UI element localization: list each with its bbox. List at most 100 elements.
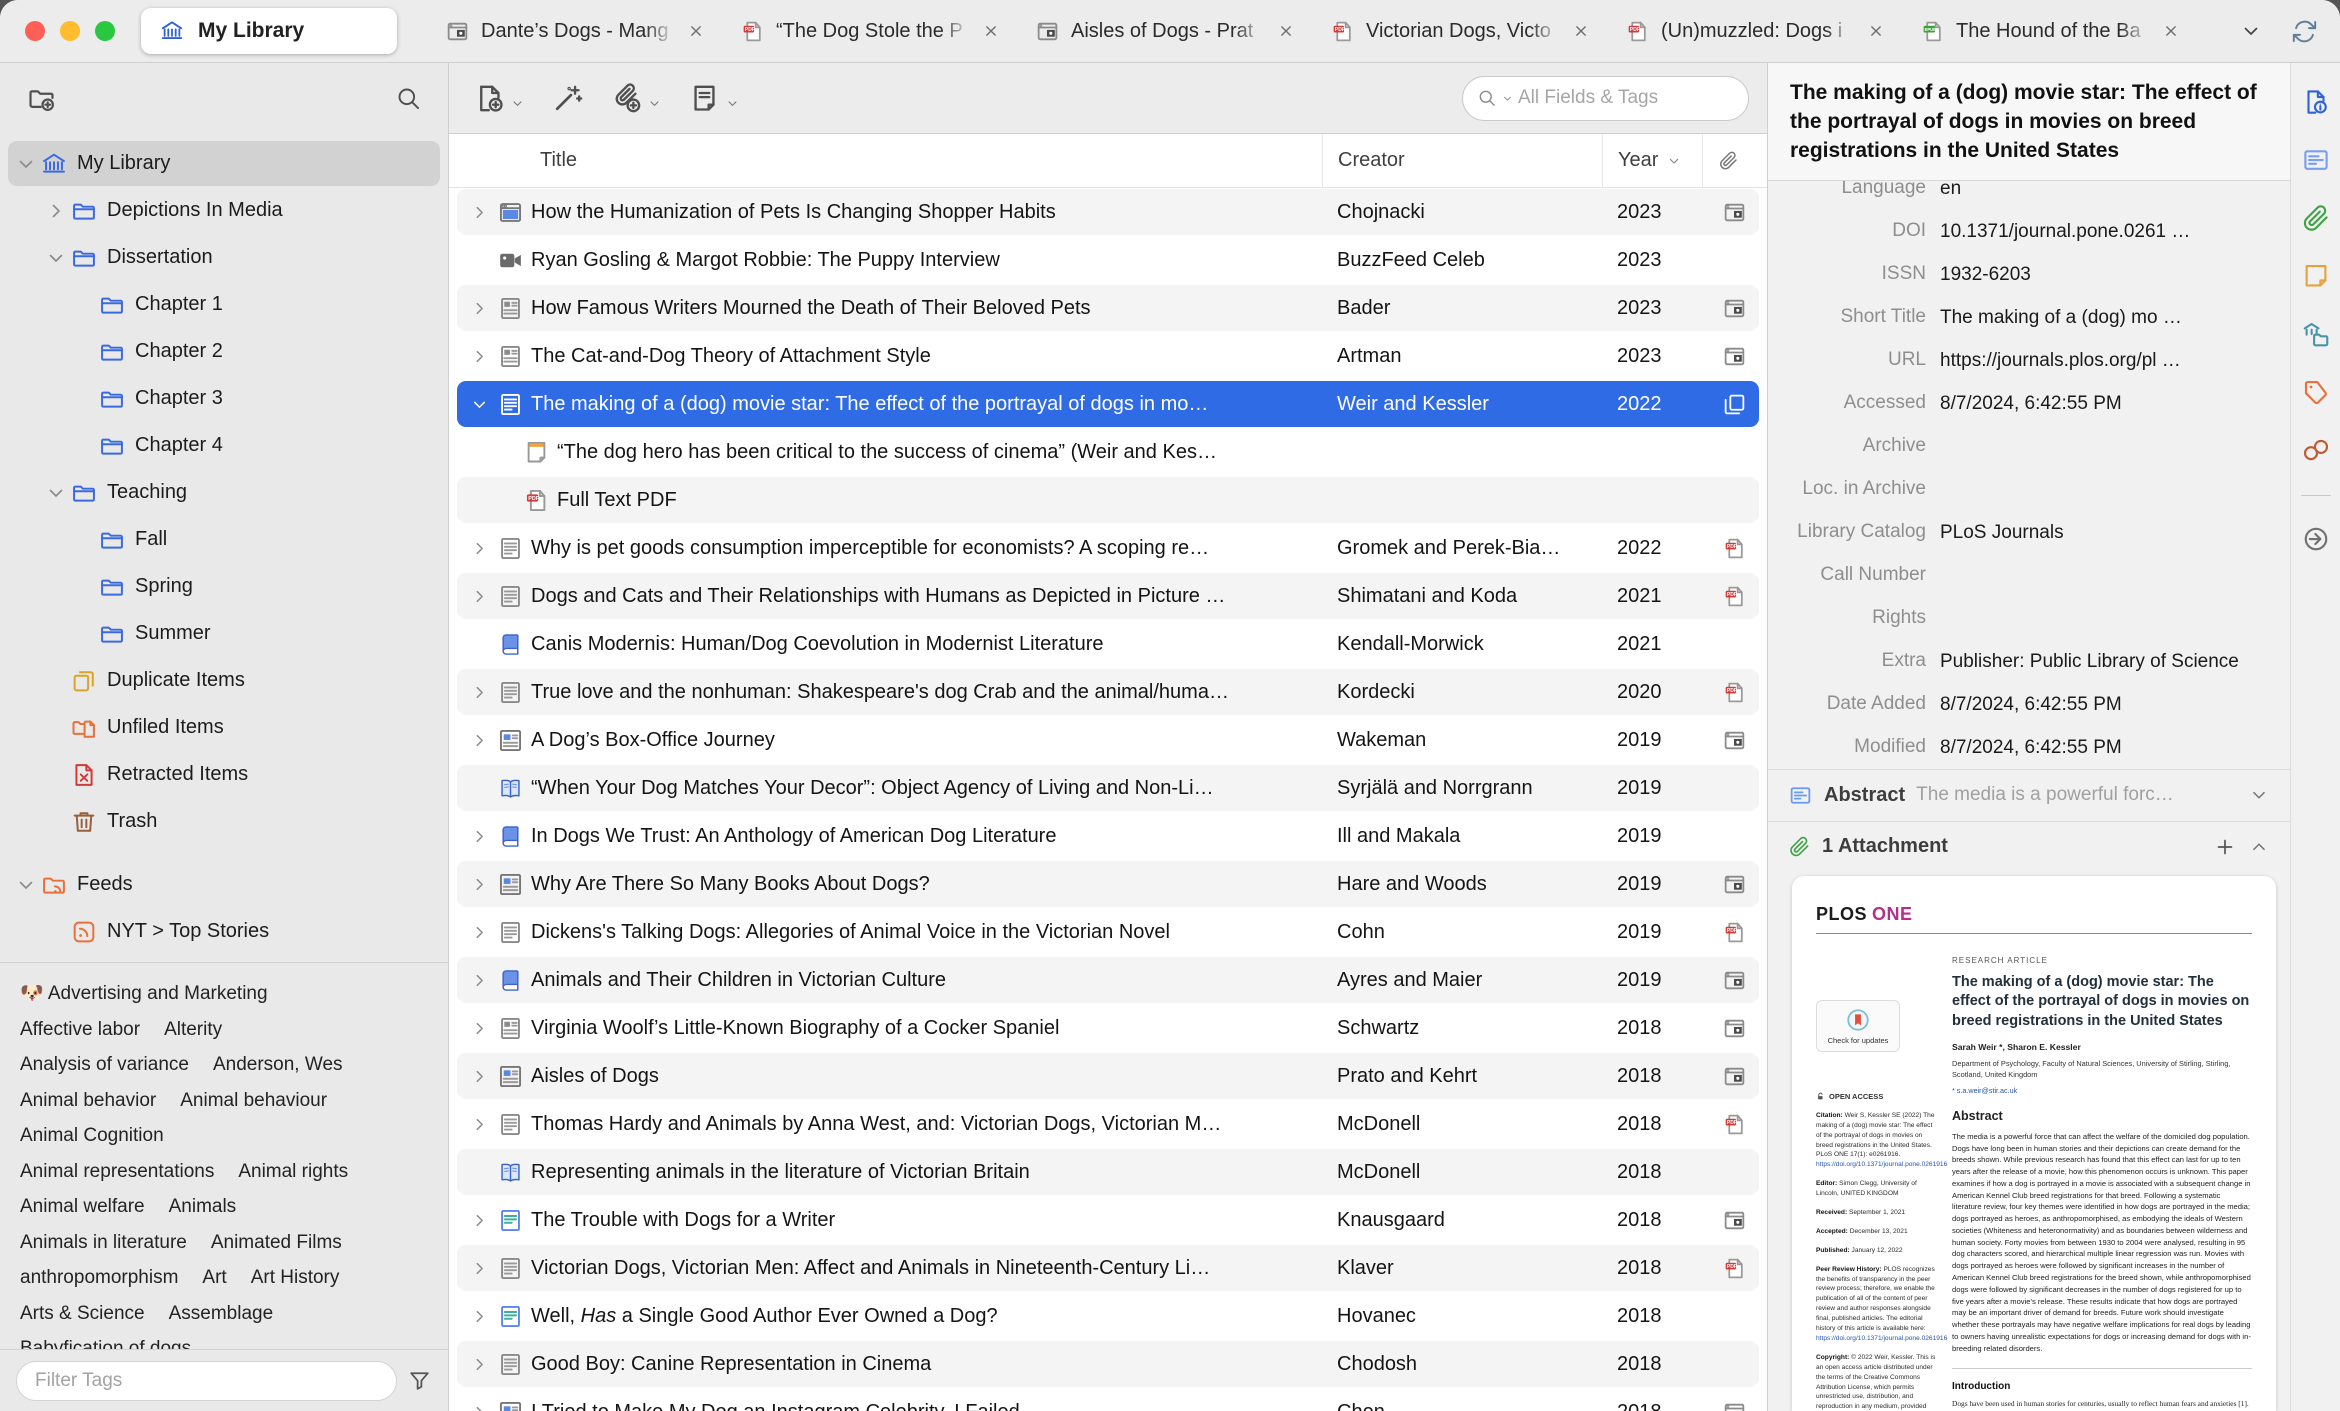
attachments-section-header[interactable]: 1 Attachment: [1768, 820, 2290, 872]
tag[interactable]: Animal welfare: [20, 1196, 145, 1217]
tag[interactable]: Animals: [169, 1196, 237, 1217]
item-row[interactable]: Virginia Woolf’s Little-Known Biography …: [449, 1004, 1767, 1052]
add-attachment-button[interactable]: [2213, 835, 2237, 859]
tab-my-library[interactable]: My Library: [141, 8, 397, 54]
sidebar-item-fall[interactable]: Fall: [0, 516, 448, 563]
item-row[interactable]: Victorian Dogs, Victorian Men: Affect an…: [449, 1244, 1767, 1292]
tabs-overflow-button[interactable]: [2239, 19, 2263, 43]
field-row-rights[interactable]: Rights: [1768, 597, 2290, 640]
item-row[interactable]: A Dog’s Box-Office Journey Wakeman 2019: [449, 716, 1767, 764]
item-row[interactable]: Dogs and Cats and Their Relationships wi…: [449, 572, 1767, 620]
tree-twisty-icon[interactable]: [14, 873, 38, 897]
field-row-language[interactable]: Language en: [1768, 181, 2290, 210]
document-tab[interactable]: PDF “The Dog Stole the P: [722, 0, 1017, 62]
tree-twisty-icon[interactable]: [44, 246, 68, 270]
new-collection-button[interactable]: [26, 83, 57, 114]
add-by-identifier-button[interactable]: [551, 82, 584, 115]
new-attachment-button[interactable]: [610, 82, 662, 115]
sidebar-item-trash[interactable]: Trash: [0, 798, 448, 845]
item-row[interactable]: Aisles of Dogs Prato and Kehrt 2018: [449, 1052, 1767, 1100]
tag[interactable]: Animated Films: [211, 1232, 342, 1253]
libraries-collections-tab-button[interactable]: [2299, 317, 2333, 351]
sidebar-item-chapter-1[interactable]: Chapter 1: [0, 281, 448, 328]
close-tab-icon[interactable]: [1276, 21, 1296, 41]
child-item-row[interactable]: “The dog hero has been critical to the s…: [449, 428, 1767, 476]
close-tab-icon[interactable]: [2161, 21, 2181, 41]
item-row[interactable]: Ryan Gosling & Margot Robbie: The Puppy …: [449, 236, 1767, 284]
document-tab[interactable]: Dante’s Dogs - Mang: [427, 0, 722, 62]
item-row[interactable]: Thomas Hardy and Animals by Anna West, a…: [449, 1100, 1767, 1148]
field-value[interactable]: Publisher: Public Library of Science: [1940, 649, 2290, 675]
field-row-accessed[interactable]: Accessed 8/7/2024, 6:42:55 PM: [1768, 382, 2290, 425]
item-row[interactable]: Canis Modernis: Human/Dog Coevolution in…: [449, 620, 1767, 668]
sidebar-item-nyt-top-stories[interactable]: NYT > Top Stories: [0, 908, 448, 955]
info-tab-button[interactable]: [2299, 85, 2333, 119]
close-window-button[interactable]: [25, 21, 45, 41]
row-twisty-icon[interactable]: [469, 826, 490, 847]
row-twisty-icon[interactable]: [469, 346, 490, 367]
field-row-call-number[interactable]: Call Number: [1768, 554, 2290, 597]
tag[interactable]: Animal representations: [20, 1161, 214, 1182]
item-row[interactable]: The making of a (dog) movie star: The ef…: [449, 380, 1767, 428]
sidebar-item-retracted-items[interactable]: Retracted Items: [0, 751, 448, 798]
row-twisty-icon[interactable]: [469, 202, 490, 223]
row-twisty-icon[interactable]: [469, 1306, 490, 1327]
column-header-year[interactable]: Year: [1602, 134, 1702, 187]
row-twisty-icon[interactable]: [469, 1402, 490, 1411]
document-tab[interactable]: PDF (Un)muzzled: Dogs i: [1607, 0, 1902, 62]
item-row[interactable]: Good Boy: Canine Representation in Cinem…: [449, 1340, 1767, 1388]
field-row-archive[interactable]: Archive: [1768, 425, 2290, 468]
row-twisty-icon[interactable]: [469, 394, 490, 415]
close-tab-icon[interactable]: [981, 21, 1001, 41]
item-row[interactable]: I Tried to Make My Dog an Instagram Cele…: [449, 1388, 1767, 1411]
tree-twisty-icon[interactable]: [44, 199, 68, 223]
item-row[interactable]: Why Are There So Many Books About Dogs? …: [449, 860, 1767, 908]
abstract-tab-button[interactable]: [2299, 143, 2333, 177]
field-value[interactable]: 10.1371/journal.pone.0261 …: [1940, 219, 2290, 245]
tag[interactable]: Art: [202, 1267, 226, 1288]
new-item-button[interactable]: [473, 82, 525, 115]
field-row-date-added[interactable]: Date Added 8/7/2024, 6:42:55 PM: [1768, 683, 2290, 726]
item-row[interactable]: “When Your Dog Matches Your Decor”: Obje…: [449, 764, 1767, 812]
field-value[interactable]: 8/7/2024, 6:42:55 PM: [1940, 735, 2290, 761]
row-twisty-icon[interactable]: [469, 586, 490, 607]
attachment-preview-card[interactable]: PLOS ONE Check for updates OPEN ACCESS C…: [1792, 875, 2276, 1411]
tag[interactable]: Alterity: [164, 1019, 222, 1040]
field-value[interactable]: 8/7/2024, 6:42:55 PM: [1940, 692, 2290, 718]
field-value[interactable]: 1932-6203: [1940, 262, 2290, 288]
close-tab-icon[interactable]: [686, 21, 706, 41]
attachments-tab-button[interactable]: [2299, 201, 2333, 235]
item-row[interactable]: True love and the nonhuman: Shakespeare'…: [449, 668, 1767, 716]
notes-tab-button[interactable]: [2299, 259, 2333, 293]
sidebar-item-unfiled-items[interactable]: Unfiled Items: [0, 704, 448, 751]
sidebar-item-dissertation[interactable]: Dissertation: [0, 234, 448, 281]
item-row[interactable]: In Dogs We Trust: An Anthology of Americ…: [449, 812, 1767, 860]
sidebar-item-depictions-in-media[interactable]: Depictions In Media: [0, 187, 448, 234]
field-row-issn[interactable]: ISSN 1932-6203: [1768, 253, 2290, 296]
item-row[interactable]: How the Humanization of Pets Is Changing…: [449, 188, 1767, 236]
column-header-title[interactable]: Title: [449, 134, 1322, 187]
quick-search-input[interactable]: [1518, 87, 1734, 109]
sidebar-item-my-library[interactable]: My Library: [0, 140, 448, 187]
document-tab[interactable]: PDF Victorian Dogs, Victo: [1312, 0, 1607, 62]
tag[interactable]: Babyfication of dogs: [20, 1338, 191, 1349]
abstract-expand-chevron-icon[interactable]: [2248, 784, 2270, 806]
row-twisty-icon[interactable]: [469, 874, 490, 895]
field-value[interactable]: The making of a (dog) mo …: [1940, 305, 2290, 331]
field-row-modified[interactable]: Modified 8/7/2024, 6:42:55 PM: [1768, 726, 2290, 769]
column-header-creator[interactable]: Creator: [1322, 134, 1602, 187]
row-twisty-icon[interactable]: [469, 970, 490, 991]
item-row[interactable]: The Cat-and-Dog Theory of Attachment Sty…: [449, 332, 1767, 380]
tag-filter-input[interactable]: [16, 1360, 397, 1401]
related-tab-button[interactable]: [2299, 433, 2333, 467]
item-row[interactable]: Well, Has a Single Good Author Ever Owne…: [449, 1292, 1767, 1340]
row-twisty-icon[interactable]: [469, 1354, 490, 1375]
tag[interactable]: anthropomorphism: [20, 1267, 178, 1288]
locate-tab-button[interactable]: [2299, 522, 2333, 556]
column-header-attachment[interactable]: [1702, 134, 1767, 187]
sidebar-item-teaching[interactable]: Teaching: [0, 469, 448, 516]
tag[interactable]: 🐶 Advertising and Marketing: [20, 983, 268, 1004]
field-row-url[interactable]: URL https://journals.plos.org/pl …: [1768, 339, 2290, 382]
row-twisty-icon[interactable]: [469, 1258, 490, 1279]
zoom-window-button[interactable]: [95, 21, 115, 41]
